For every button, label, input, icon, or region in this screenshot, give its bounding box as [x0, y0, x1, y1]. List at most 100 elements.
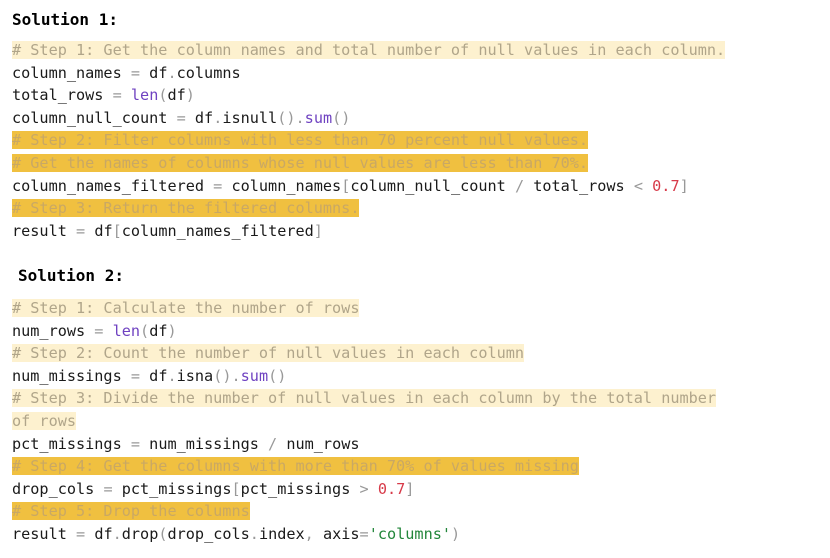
code-token: =	[130, 63, 141, 82]
code-token: df	[167, 86, 186, 105]
code-token: column_names_filtered	[121, 221, 314, 240]
comment-text: # Step 1: Calculate the number of rows	[12, 299, 360, 317]
code-token: column_null_count	[12, 108, 177, 127]
code-token: sum	[240, 366, 269, 385]
comment-text: # Step 4: Get the columns with more than…	[12, 457, 579, 476]
code-token: df	[140, 366, 168, 385]
code-token: =	[130, 434, 141, 453]
code-token: column_names_filtered	[12, 176, 214, 195]
code-token: num_missings	[12, 366, 131, 385]
code-token: =	[76, 221, 86, 240]
code-token: =	[359, 524, 369, 543]
code-token: .	[167, 366, 177, 385]
code-token: drop	[121, 524, 159, 543]
comment-text: # Step 2: Filter columns with less than …	[12, 131, 589, 150]
code-token: =	[130, 366, 141, 385]
code-token: columns	[176, 63, 241, 82]
comment-text: # Step 1: Get the column names and total…	[12, 41, 726, 59]
code-token: 0.7	[377, 479, 406, 498]
code-line: drop_cols = pct_missings[pct_missings > …	[12, 478, 716, 501]
code-token: isna	[176, 366, 214, 385]
code-token: column_null_count	[350, 176, 515, 195]
code-token: )	[167, 321, 177, 340]
comment-text: # Step 5: Drop the columns	[12, 502, 250, 521]
code-token: (	[140, 321, 150, 340]
code-token: df	[185, 108, 214, 127]
code-line: num_missings = df.isna().sum()	[12, 365, 716, 388]
code-token: .	[112, 524, 122, 543]
code-token: =	[176, 108, 186, 127]
code-token: num_missings	[140, 434, 269, 453]
code-line: num_rows = len(df)	[12, 320, 716, 343]
code-token: 0.7	[652, 176, 680, 195]
code-token: =	[213, 176, 223, 195]
comment-line: # Step 2: Count the number of null value…	[12, 342, 716, 365]
comment-line: # Step 1: Get the column names and total…	[12, 39, 726, 62]
code-token: )	[185, 86, 195, 105]
comment-text: # Step 3: Return the filtered columns.	[12, 199, 360, 218]
code-token: .	[231, 366, 241, 385]
code-token: ,	[304, 524, 323, 543]
comment-line: # Step 2: Filter columns with less than …	[12, 129, 725, 152]
code-token: column_names	[12, 63, 131, 82]
code-token: ()	[268, 366, 287, 385]
code-token: <	[633, 176, 643, 195]
code-token: result	[12, 221, 77, 240]
code-line: column_names = df.columns	[12, 62, 725, 85]
code-token: [	[112, 221, 122, 240]
code-token: ()	[332, 108, 351, 127]
code-line: pct_missings = num_missings / num_rows	[12, 433, 716, 456]
comment-text: # Step 3: Divide the number of null valu…	[12, 389, 717, 408]
code-token: index	[258, 524, 305, 543]
code-token: df	[85, 524, 113, 543]
code-token: ()	[277, 108, 296, 127]
comment-line: of rows	[12, 410, 716, 433]
code-token: ]	[313, 221, 323, 240]
code-token: result	[12, 524, 77, 543]
code-token: df	[149, 321, 168, 340]
code-token: num_rows	[12, 321, 95, 340]
code-token: 'columns'	[368, 524, 451, 543]
code-token: [	[231, 479, 241, 498]
code-token: pct_missings	[240, 479, 360, 498]
code-token: df	[85, 221, 113, 240]
code-token: ]	[679, 176, 689, 195]
comment-line: # Step 3: Return the filtered columns.	[12, 197, 725, 220]
comment-line: # Step 3: Divide the number of null valu…	[12, 387, 717, 410]
code-token: /	[268, 434, 278, 453]
code-token: [	[341, 176, 351, 195]
code-line: column_names_filtered = column_names[col…	[12, 175, 725, 198]
comment-text: of rows	[12, 411, 77, 430]
code-token: drop_cols	[12, 479, 104, 498]
code-line: column_null_count = df.isnull().sum()	[12, 107, 725, 130]
code-token: .	[249, 524, 259, 543]
code-token: ()	[213, 366, 232, 385]
code-token: len	[112, 321, 141, 340]
code-token: =	[76, 524, 86, 543]
code-token: total_rows	[524, 176, 634, 195]
code-token: pct_missings	[12, 434, 131, 453]
code-token: isnull	[222, 108, 278, 127]
code-token: .	[213, 108, 223, 127]
code-line: total_rows = len(df)	[12, 84, 725, 107]
code-token: )	[451, 524, 461, 543]
code-token: /	[514, 176, 525, 195]
code-token: =	[112, 86, 122, 105]
code-token: len	[130, 86, 159, 105]
code-token: ]	[405, 479, 415, 498]
code-token: (	[158, 86, 168, 105]
solution-1-code: # Step 1: Get the column names and total…	[12, 39, 726, 242]
comment-line: # Step 4: Get the columns with more than…	[12, 455, 716, 478]
comment-line: # Step 5: Drop the columns	[12, 500, 716, 523]
code-token: >	[359, 479, 369, 498]
comment-line: # Step 1: Calculate the number of rows	[12, 297, 716, 320]
code-token: column_names	[222, 176, 342, 195]
code-token: total_rows	[12, 86, 113, 105]
code-token: num_rows	[277, 434, 360, 453]
code-token: .	[167, 63, 177, 82]
code-token: df	[140, 63, 168, 82]
code-token: =	[103, 479, 113, 498]
